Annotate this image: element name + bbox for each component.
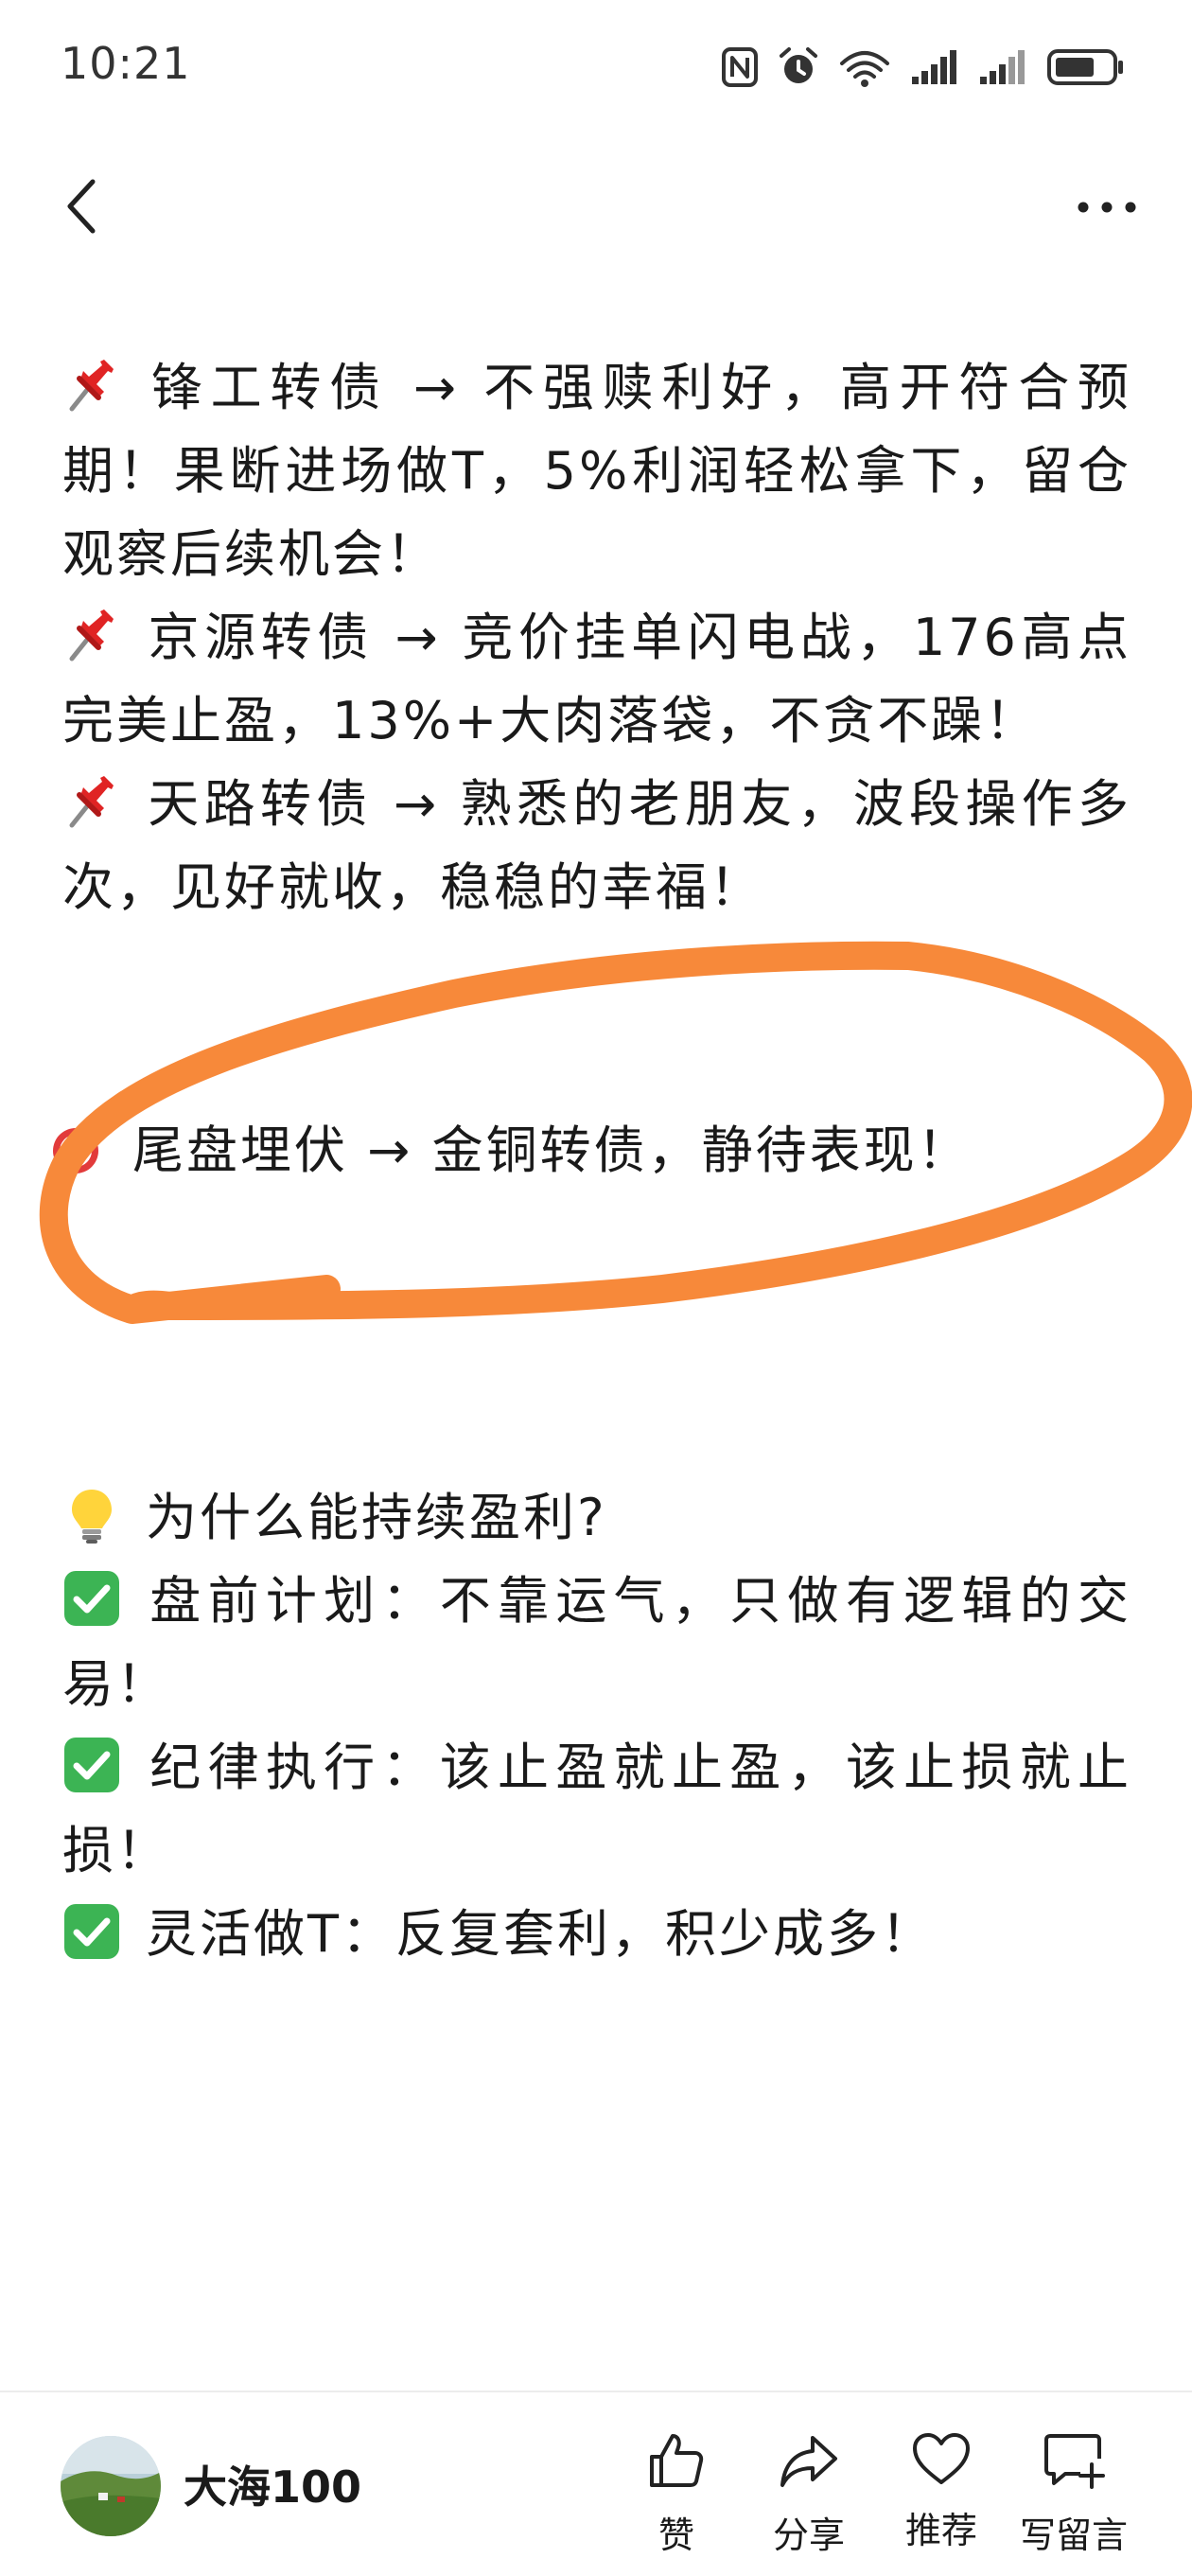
paragraph-text: 天路转债 → 熟悉的老朋友，波段操作多次，见好就收，稳稳的幸福！	[62, 774, 1131, 917]
like-label: 赞	[657, 2514, 694, 2556]
light-bulb-icon	[62, 1486, 121, 1544]
alarm-icon	[778, 46, 819, 88]
paragraph-tianlu: 天路转债 → 熟悉的老朋友，波段操作多次，见好就收，稳稳的幸福！	[62, 763, 1131, 929]
pushpin-icon	[62, 356, 121, 415]
highlight-text: 尾盘埋伏 → 金铜转债，静待表现！	[132, 1120, 972, 1180]
write-comment-label: 写留言	[1019, 2514, 1128, 2556]
back-button[interactable]	[53, 170, 110, 246]
more-button[interactable]	[1060, 180, 1154, 237]
signal-icon	[978, 48, 1027, 86]
share-arrow-icon	[779, 2430, 839, 2495]
share-label: 分享	[772, 2514, 845, 2556]
author-name[interactable]: 大海100	[184, 2453, 361, 2515]
wifi-6-icon	[838, 46, 891, 88]
author-avatar[interactable]	[61, 2436, 161, 2536]
write-comment-button[interactable]: 写留言	[1003, 2430, 1145, 2556]
check-mark-button-icon	[62, 1569, 121, 1628]
check-item-discipline: 纪律执行：该止盈就止盈，该止损就止损！	[62, 1726, 1131, 1893]
signal-icon	[910, 48, 959, 86]
pushpin-icon	[62, 772, 121, 831]
check-item-flexible: 灵活做T：反复套利，积少成多！	[62, 1893, 1131, 1976]
like-button[interactable]: 赞	[605, 2430, 747, 2556]
nfc-icon	[721, 46, 759, 88]
more-dots-icon	[1077, 200, 1137, 218]
paragraph-fenggong: 锋工转债 → 不强赎利好，高开符合预期！果断进场做T，5%利润轻松拿下，留仓观察…	[62, 346, 1131, 596]
check-item-text: 盘前计划：不靠运气，只做有逻辑的交易！	[62, 1571, 1131, 1714]
article-body: 锋工转债 → 不强赎利好，高开符合预期！果断进场做T，5%利润轻松拿下，留仓观察…	[53, 346, 1131, 1976]
paragraph-jintong-highlight: 尾盘埋伏 → 金铜转债，静待表现！	[49, 1109, 1131, 1192]
thumbs-up-icon	[646, 2430, 707, 2495]
heart-icon	[911, 2431, 972, 2490]
recommend-button[interactable]: 推荐	[870, 2430, 1012, 2553]
check-mark-button-icon	[62, 1736, 121, 1794]
comment-add-icon	[1043, 2430, 1105, 2495]
check-item-plan: 盘前计划：不靠运气，只做有逻辑的交易！	[62, 1560, 1131, 1726]
check-item-text: 纪律执行：该止盈就止盈，该止损就止损！	[62, 1738, 1131, 1880]
status-icons	[721, 44, 1126, 91]
status-time: 10:21	[61, 38, 191, 89]
pushpin-icon	[62, 606, 121, 664]
paragraph-jingyuan: 京源转债 → 竞价挂单闪电战，176高点完美止盈，13%+大肉落袋，不贪不躁！	[62, 596, 1131, 763]
check-mark-button-icon	[62, 1902, 121, 1961]
battery-icon	[1046, 48, 1126, 86]
why-title-text: 为什么能持续盈利?	[146, 1488, 607, 1547]
why-title: 为什么能持续盈利?	[62, 1476, 1131, 1560]
status-bar: 10:21	[0, 0, 1192, 132]
chevron-left-icon	[62, 176, 100, 240]
paragraph-text: 京源转债 → 竞价挂单闪电战，176高点完美止盈，13%+大肉落袋，不贪不躁！	[62, 608, 1131, 750]
bottom-bar: 大海100 赞 分享 推荐 写留言	[0, 2391, 1192, 2576]
paragraph-text: 锋工转债 → 不强赎利好，高开符合预期！果断进场做T，5%利润轻松拿下，留仓观察…	[62, 358, 1131, 584]
check-item-text: 灵活做T：反复套利，积少成多！	[146, 1904, 935, 1964]
share-button[interactable]: 分享	[738, 2430, 880, 2556]
direct-hit-icon	[49, 1119, 108, 1177]
recommend-label: 推荐	[904, 2510, 977, 2551]
